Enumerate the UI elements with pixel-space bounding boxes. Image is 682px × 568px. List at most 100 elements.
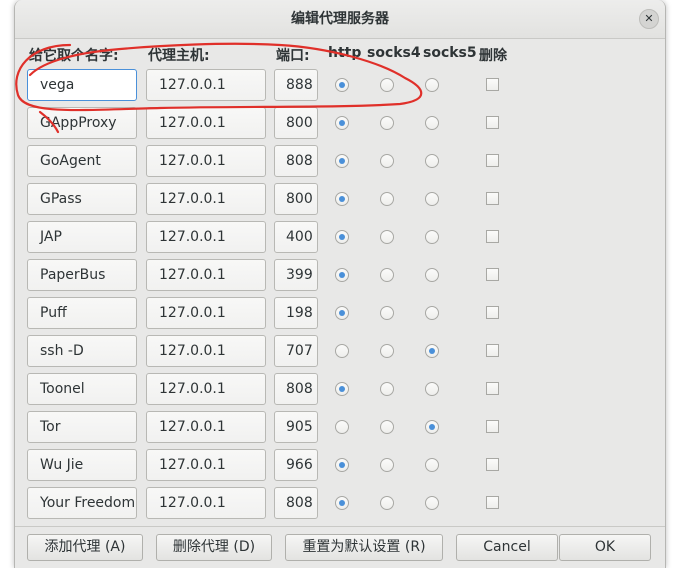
proxy-row: Toonel 127.0.0.1 808	[15, 373, 665, 411]
proxy-name-input[interactable]: GAppProxy	[27, 107, 137, 139]
proxy-name-input[interactable]: Puff	[27, 297, 137, 329]
delete-checkbox[interactable]	[486, 420, 499, 433]
proxy-port-input[interactable]: 800	[274, 183, 318, 215]
http-radio[interactable]	[335, 268, 349, 282]
http-radio[interactable]	[335, 344, 349, 358]
socks4-radio[interactable]	[380, 382, 394, 396]
proxy-name-input[interactable]: vega	[27, 69, 137, 101]
delete-checkbox[interactable]	[486, 458, 499, 471]
proxy-name-input[interactable]: Toonel	[27, 373, 137, 405]
proxy-host-input[interactable]: 127.0.0.1	[146, 449, 266, 481]
proxy-port-input[interactable]: 808	[274, 145, 318, 177]
http-radio[interactable]	[335, 458, 349, 472]
proxy-port-input[interactable]: 198	[274, 297, 318, 329]
ok-button[interactable]: OK	[559, 534, 651, 561]
proxy-host-input[interactable]: 127.0.0.1	[146, 335, 266, 367]
proxy-host-input[interactable]: 127.0.0.1	[146, 259, 266, 291]
proxy-name-input[interactable]: ssh -D	[27, 335, 137, 367]
proxy-host-input[interactable]: 127.0.0.1	[146, 221, 266, 253]
proxy-name-input[interactable]: Your Freedom	[27, 487, 137, 519]
socks4-radio[interactable]	[380, 192, 394, 206]
proxy-name-input[interactable]: Wu Jie	[27, 449, 137, 481]
add-proxy-button[interactable]: 添加代理 (A)	[27, 534, 143, 561]
button-bar: 添加代理 (A) 删除代理 (D) 重置为默认设置 (R) Cancel OK	[15, 526, 665, 568]
proxy-host-input[interactable]: 127.0.0.1	[146, 145, 266, 177]
http-radio[interactable]	[335, 230, 349, 244]
socks5-radio[interactable]	[425, 78, 439, 92]
close-button[interactable]: ✕	[639, 9, 659, 29]
delete-checkbox[interactable]	[486, 230, 499, 243]
proxy-port-input[interactable]: 905	[274, 411, 318, 443]
header-socks5: socks5	[423, 45, 477, 61]
proxy-host-input[interactable]: 127.0.0.1	[146, 487, 266, 519]
proxy-port-input[interactable]: 400	[274, 221, 318, 253]
dialog-title: 编辑代理服务器	[291, 11, 389, 27]
cancel-button[interactable]: Cancel	[456, 534, 558, 561]
proxy-port-input[interactable]: 888	[274, 69, 318, 101]
socks4-radio[interactable]	[380, 230, 394, 244]
http-radio[interactable]	[335, 154, 349, 168]
edit-proxy-dialog: 编辑代理服务器 ✕ 给它取个名字: 代理主机: 端口: http socks4 …	[14, 0, 666, 568]
http-radio[interactable]	[335, 116, 349, 130]
socks5-radio[interactable]	[425, 420, 439, 434]
delete-checkbox[interactable]	[486, 344, 499, 357]
socks5-radio[interactable]	[425, 154, 439, 168]
proxy-host-input[interactable]: 127.0.0.1	[146, 411, 266, 443]
proxy-host-input[interactable]: 127.0.0.1	[146, 183, 266, 215]
http-radio[interactable]	[335, 496, 349, 510]
socks4-radio[interactable]	[380, 496, 394, 510]
socks4-radio[interactable]	[380, 78, 394, 92]
proxy-port-input[interactable]: 399	[274, 259, 318, 291]
socks5-radio[interactable]	[425, 458, 439, 472]
proxy-row: ssh -D 127.0.0.1 707	[15, 335, 665, 373]
socks5-radio[interactable]	[425, 116, 439, 130]
socks4-radio[interactable]	[380, 458, 394, 472]
proxy-row: PaperBus 127.0.0.1 399	[15, 259, 665, 297]
delete-checkbox[interactable]	[486, 192, 499, 205]
proxy-host-input[interactable]: 127.0.0.1	[146, 297, 266, 329]
proxy-row: Puff 127.0.0.1 198	[15, 297, 665, 335]
delete-checkbox[interactable]	[486, 116, 499, 129]
socks5-radio[interactable]	[425, 382, 439, 396]
delete-checkbox[interactable]	[486, 382, 499, 395]
reset-defaults-button[interactable]: 重置为默认设置 (R)	[285, 534, 443, 561]
delete-checkbox[interactable]	[486, 154, 499, 167]
proxy-port-input[interactable]: 966	[274, 449, 318, 481]
proxy-row: GAppProxy 127.0.0.1 800	[15, 107, 665, 145]
http-radio[interactable]	[335, 192, 349, 206]
delete-checkbox[interactable]	[486, 78, 499, 91]
socks5-radio[interactable]	[425, 192, 439, 206]
socks5-radio[interactable]	[425, 496, 439, 510]
title-bar[interactable]: 编辑代理服务器 ✕	[15, 0, 665, 39]
socks5-radio[interactable]	[425, 344, 439, 358]
socks4-radio[interactable]	[380, 116, 394, 130]
remove-proxy-button[interactable]: 删除代理 (D)	[156, 534, 272, 561]
delete-checkbox[interactable]	[486, 306, 499, 319]
proxy-port-input[interactable]: 800	[274, 107, 318, 139]
http-radio[interactable]	[335, 382, 349, 396]
socks4-radio[interactable]	[380, 306, 394, 320]
socks5-radio[interactable]	[425, 268, 439, 282]
socks4-radio[interactable]	[380, 344, 394, 358]
socks5-radio[interactable]	[425, 230, 439, 244]
http-radio[interactable]	[335, 306, 349, 320]
proxy-port-input[interactable]: 808	[274, 373, 318, 405]
http-radio[interactable]	[335, 420, 349, 434]
proxy-name-input[interactable]: JAP	[27, 221, 137, 253]
socks4-radio[interactable]	[380, 420, 394, 434]
proxy-host-input[interactable]: 127.0.0.1	[146, 373, 266, 405]
delete-checkbox[interactable]	[486, 496, 499, 509]
socks4-radio[interactable]	[380, 154, 394, 168]
delete-checkbox[interactable]	[486, 268, 499, 281]
socks5-radio[interactable]	[425, 306, 439, 320]
proxy-name-input[interactable]: GPass	[27, 183, 137, 215]
socks4-radio[interactable]	[380, 268, 394, 282]
proxy-name-input[interactable]: PaperBus	[27, 259, 137, 291]
proxy-port-input[interactable]: 808	[274, 487, 318, 519]
proxy-name-input[interactable]: Tor	[27, 411, 137, 443]
http-radio[interactable]	[335, 78, 349, 92]
proxy-port-input[interactable]: 707	[274, 335, 318, 367]
proxy-host-input[interactable]: 127.0.0.1	[146, 69, 266, 101]
proxy-name-input[interactable]: GoAgent	[27, 145, 137, 177]
proxy-host-input[interactable]: 127.0.0.1	[146, 107, 266, 139]
